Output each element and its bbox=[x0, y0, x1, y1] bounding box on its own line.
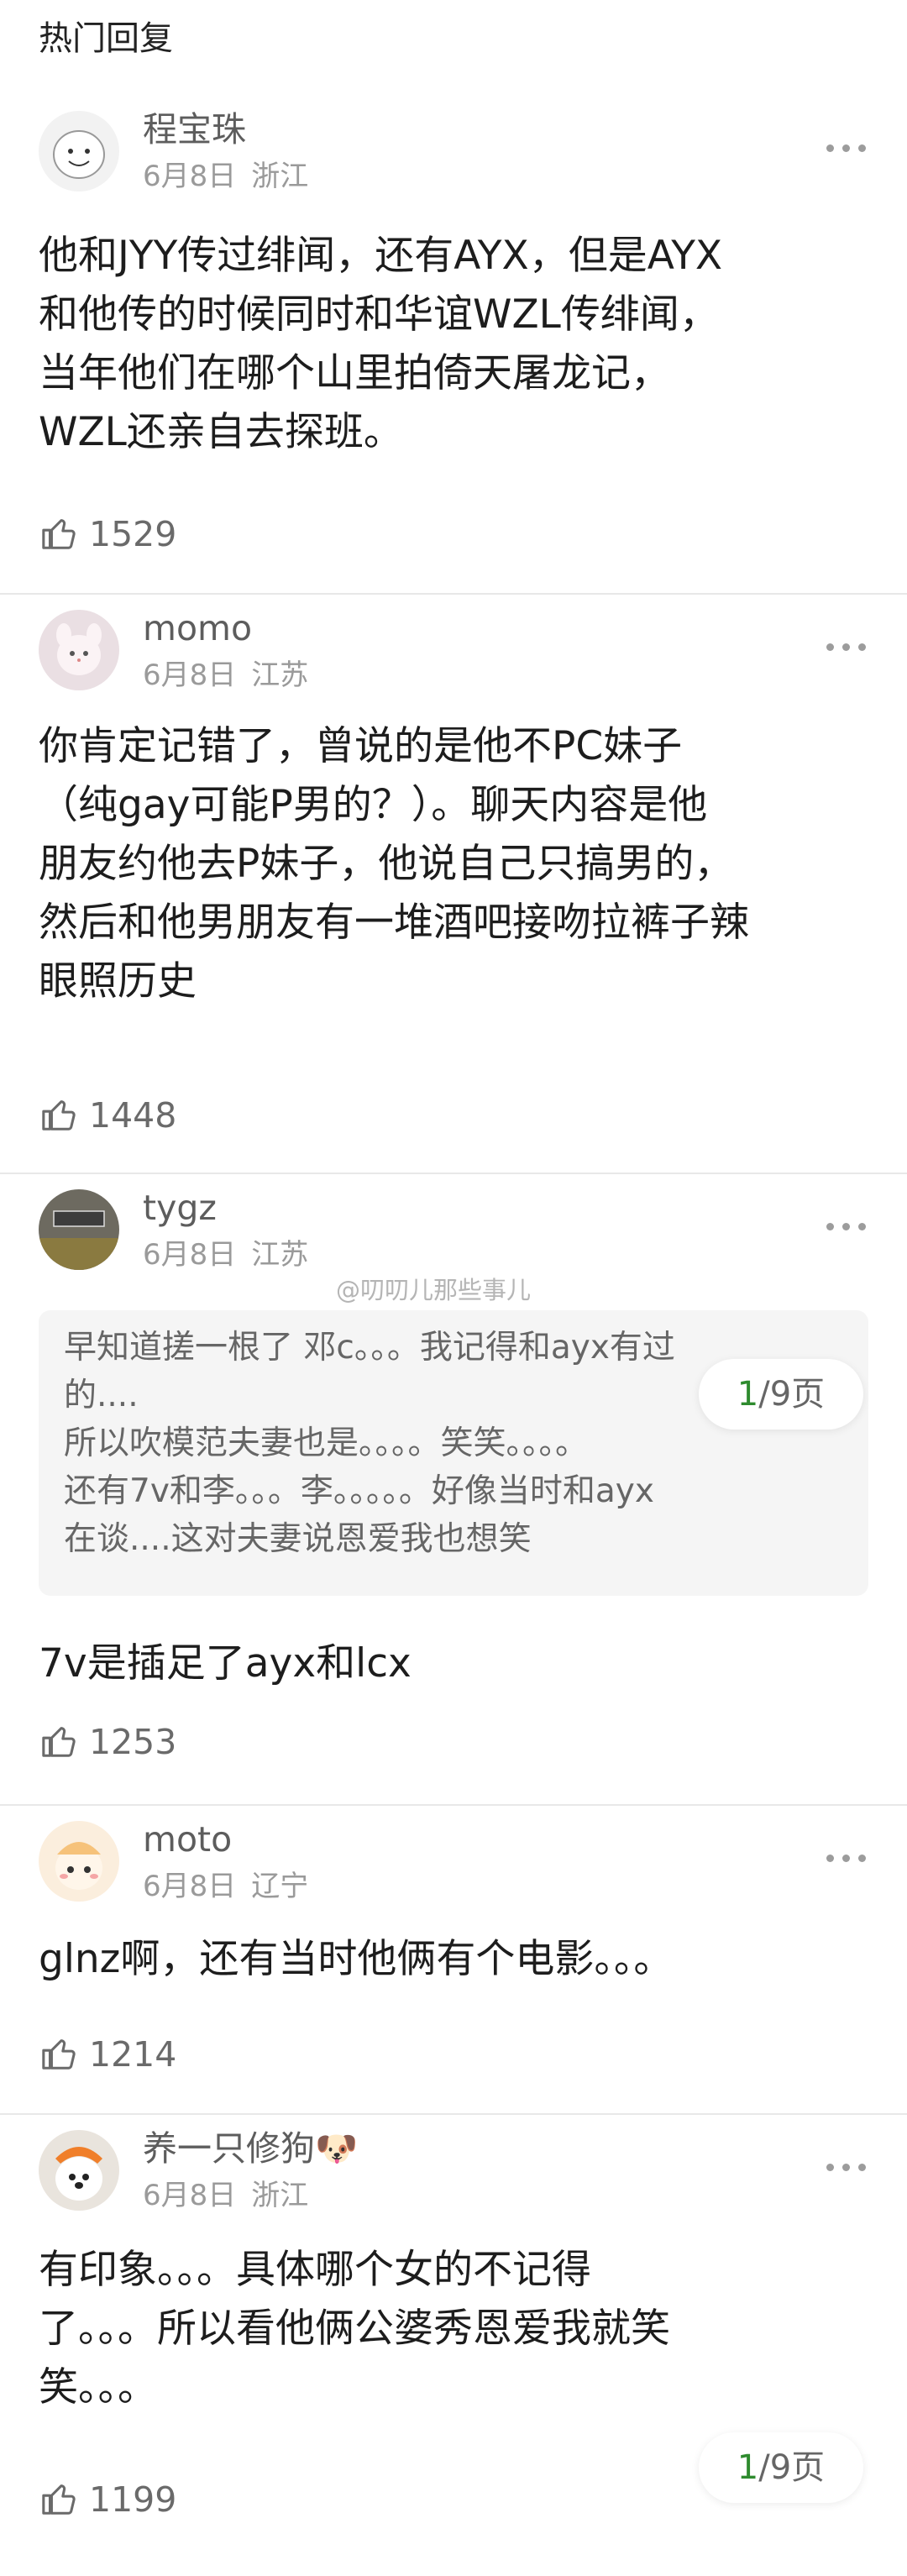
avatar[interactable] bbox=[39, 1189, 119, 1270]
more-options-icon[interactable] bbox=[826, 1849, 867, 1866]
comment-meta: 6月8日 浙江 bbox=[143, 2177, 308, 2214]
comment-meta: 6月8日 江苏 bbox=[143, 657, 308, 694]
like-count: 1529 bbox=[89, 514, 177, 554]
thumbs-up-icon bbox=[42, 1727, 76, 1757]
comment-text: 有印象。。。具体哪个女的不记得 了。。。所以看他俩公婆秀恩爱我就笑 笑。。。 bbox=[39, 2247, 670, 2411]
comment-meta: 6月8日 辽宁 bbox=[143, 1868, 308, 1905]
comment-date: 6月8日 bbox=[143, 2179, 237, 2212]
username[interactable]: 养一只修狗🐶 bbox=[143, 2125, 358, 2172]
comment-text: 他和JYY传过绯闻，还有AYX，但是AYX 和他传的时候同时和华谊WZL传绯闻，… bbox=[39, 233, 723, 455]
username[interactable]: tygz bbox=[143, 1184, 217, 1231]
like-count: 1253 bbox=[89, 1722, 177, 1762]
username[interactable]: momo bbox=[143, 605, 252, 652]
comment-date: 6月8日 bbox=[143, 160, 237, 193]
avatar-image bbox=[39, 111, 119, 191]
comment-meta: 6月8日 江苏 bbox=[143, 1236, 308, 1273]
page-current: 1 bbox=[737, 1375, 759, 1414]
watermark: @叨叨儿那些事儿 bbox=[336, 1276, 532, 1304]
quoted-reply[interactable]: 早知道搓一根了 邓c。。。我记得和ayx有过 的.... 所以吹模范夫妻也是。。… bbox=[39, 1310, 868, 1596]
comment-meta: 6月8日 浙江 bbox=[143, 158, 308, 195]
thumbs-up-icon bbox=[42, 2039, 76, 2070]
avatar-image bbox=[39, 610, 119, 690]
more-options-icon[interactable] bbox=[826, 2159, 867, 2175]
username[interactable]: 程宝珠 bbox=[143, 106, 246, 153]
avatar-image bbox=[39, 1189, 119, 1270]
thumbs-up-icon bbox=[42, 2484, 76, 2515]
hot-replies-header: 热门回复 bbox=[0, 0, 907, 94]
avatar-image bbox=[39, 1821, 119, 1902]
thumbs-up-icon bbox=[42, 519, 76, 549]
comment-item: moto 6月8日 辽宁 glnz啊，还有当时他俩有个电影。。。 1214 bbox=[0, 1804, 907, 2115]
more-options-icon[interactable] bbox=[826, 139, 867, 156]
comment-date: 6月8日 bbox=[143, 658, 237, 692]
avatar[interactable] bbox=[39, 2130, 119, 2211]
page-current: 1 bbox=[737, 2448, 759, 2487]
page-indicator[interactable]: 1/9页 bbox=[699, 1359, 863, 1430]
avatar[interactable] bbox=[39, 1821, 119, 1902]
page-total: /9页 bbox=[758, 1375, 826, 1414]
more-options-icon[interactable] bbox=[826, 638, 867, 655]
comment-location: 江苏 bbox=[251, 658, 309, 692]
comment-item: 程宝珠 6月8日 浙江 他和JYY传过绯闻，还有AYX，但是AYX 和他传的时候同… bbox=[0, 94, 907, 595]
comment-location: 浙江 bbox=[251, 160, 309, 193]
comment-location: 浙江 bbox=[251, 2179, 309, 2212]
section-title: 热门回复 bbox=[39, 19, 173, 58]
thumbs-up-icon bbox=[42, 1100, 76, 1131]
comment-location: 辽宁 bbox=[251, 1870, 309, 1903]
comment-item: momo 6月8日 江苏 你肯定记错了，曾说的是他不PC妹子 （纯gay可能P男的… bbox=[0, 593, 907, 1174]
comment-text: 你肯定记错了，曾说的是他不PC妹子 （纯gay可能P男的？）。聊天内容是他 朋友… bbox=[39, 723, 749, 1005]
page-indicator[interactable]: 1/9页 bbox=[699, 2432, 863, 2503]
page-total: /9页 bbox=[758, 2448, 826, 2487]
comment-text: glnz啊，还有当时他俩有个电影。。。 bbox=[39, 1936, 674, 1982]
comment-item: tygz 6月8日 江苏 早知道搓一根了 邓c。。。我记得和ayx有过 的....… bbox=[0, 1173, 907, 1806]
comment-date: 6月8日 bbox=[143, 1870, 237, 1903]
username[interactable]: moto bbox=[143, 1816, 232, 1863]
comment-text: 7v是插足了ayx和lcx bbox=[39, 1640, 412, 1687]
comment-item: 养一只修狗🐶 6月8日 浙江 有印象。。。具体哪个女的不记得 了。。。所以看他俩公… bbox=[0, 2113, 907, 2576]
like-count: 1448 bbox=[89, 1095, 177, 1136]
comment-date: 6月8日 bbox=[143, 1238, 237, 1272]
more-options-icon[interactable] bbox=[826, 1218, 867, 1235]
avatar[interactable] bbox=[39, 610, 119, 690]
like-count: 1214 bbox=[89, 2034, 177, 2075]
comment-location: 江苏 bbox=[251, 1238, 309, 1272]
like-count: 1199 bbox=[89, 2479, 177, 2520]
avatar[interactable] bbox=[39, 111, 119, 191]
avatar-image bbox=[39, 2130, 119, 2211]
